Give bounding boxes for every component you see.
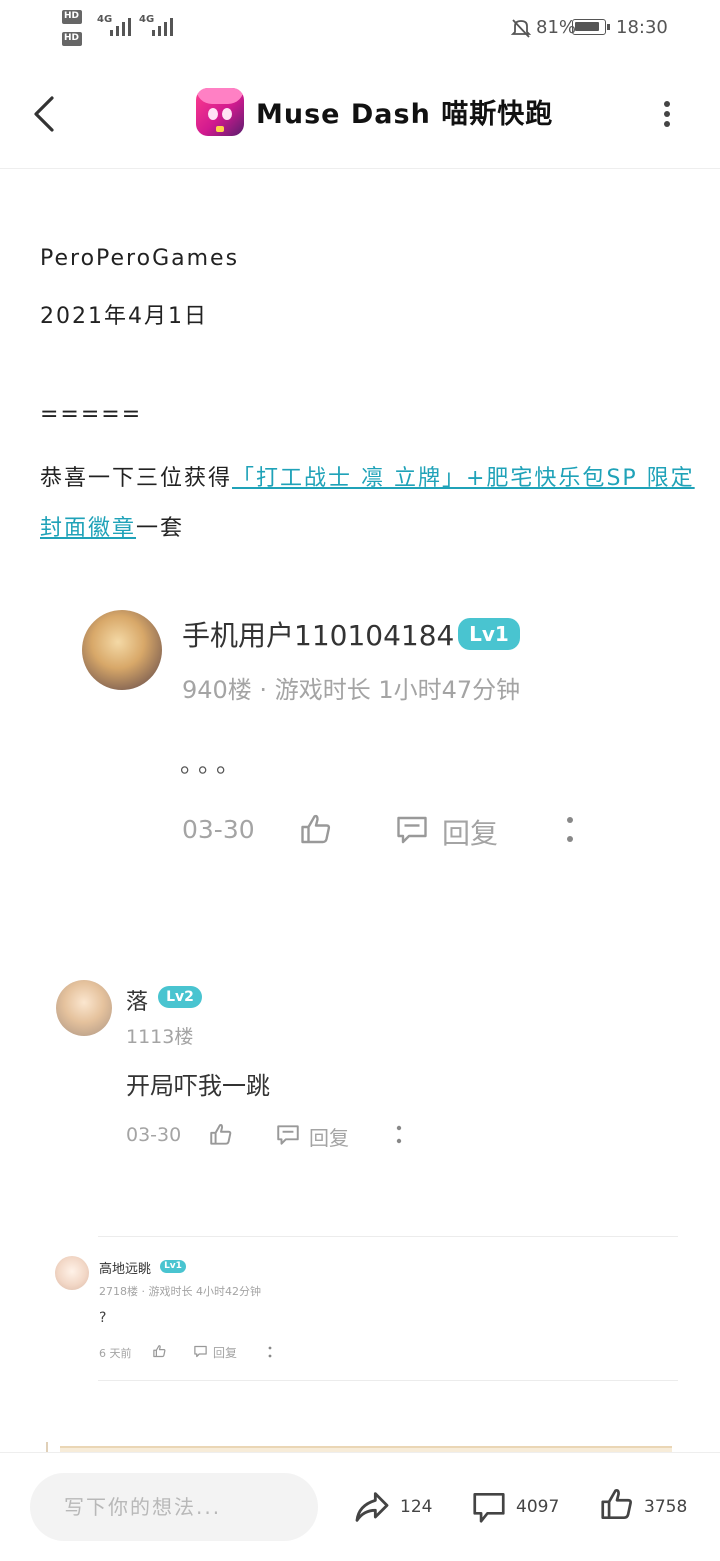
comment3-top-divider <box>98 1236 678 1237</box>
comment2-reply-icon[interactable] <box>275 1122 301 1148</box>
signal-2-icon <box>152 18 173 36</box>
sim-hd-1-icon: HD <box>62 10 82 24</box>
comment1-block <box>82 610 162 690</box>
battery-percent: 81% <box>536 17 577 38</box>
status-bar: HD HD 4G 4G 81% 18:30 <box>0 0 720 58</box>
mute-bell-icon <box>510 19 532 38</box>
article-congrats-paragraph: 恭喜一下三位获得「打工战士 凛 立牌」+肥宅快乐包SP 限定封面徽章一套 <box>40 454 700 554</box>
comment1-more-icon[interactable] <box>564 814 576 846</box>
comment1-reply-label[interactable]: 回复 <box>442 812 498 852</box>
congrats-prefix: 恭喜一下三位获得 <box>40 466 233 491</box>
comment3-reply-icon[interactable] <box>193 1344 208 1359</box>
sim-hd-2-icon: HD <box>62 32 82 46</box>
comment-icon[interactable] <box>470 1487 508 1527</box>
comment-count: 4097 <box>516 1497 560 1517</box>
comment1-level-badge: Lv1 <box>458 618 520 650</box>
comment2-reply-label[interactable]: 回复 <box>309 1122 349 1151</box>
comment2-more-icon[interactable] <box>394 1124 404 1146</box>
back-arrow-icon[interactable] <box>30 94 58 134</box>
comment3-reply-label[interactable]: 回复 <box>213 1344 237 1361</box>
sim1-label: HD <box>64 11 80 21</box>
comment3-meta: 2718楼 · 游戏时长 4小时42分钟 <box>99 1285 261 1298</box>
game-logo-icon[interactable] <box>196 88 244 136</box>
share-count: 124 <box>400 1497 433 1517</box>
app-header: Muse Dash 喵斯快跑 <box>0 58 720 169</box>
comment3-more-icon[interactable] <box>266 1345 274 1359</box>
comment1-content: 。。。 <box>180 750 246 778</box>
comment1-like-icon[interactable] <box>298 812 334 848</box>
avatar[interactable] <box>82 610 162 690</box>
like-icon[interactable] <box>598 1485 636 1525</box>
comment3-date: 6 天前 <box>99 1347 132 1360</box>
congrats-suffix: 一套 <box>136 516 185 541</box>
comment2-content: 开局吓我一跳 <box>126 1072 270 1100</box>
comment3-username[interactable]: 高地远眺 <box>99 1258 151 1277</box>
page-title[interactable]: Muse Dash 喵斯快跑 <box>256 92 553 131</box>
article-author: PeroPeroGames <box>40 246 240 271</box>
like-count: 3758 <box>644 1497 688 1517</box>
comment2-level-badge: Lv2 <box>158 986 202 1008</box>
comment1-username[interactable]: 手机用户110104184 <box>182 614 454 654</box>
share-icon[interactable] <box>352 1487 392 1527</box>
bottom-action-bar: 写下你的想法... 124 4097 3758 <box>0 1452 720 1561</box>
comment1-meta: 940楼 · 游戏时长 1小时47分钟 <box>182 676 521 704</box>
comment2-like-icon[interactable] <box>208 1122 234 1148</box>
article-date: 2021年4月1日 <box>40 304 208 329</box>
comment2-avatar[interactable] <box>56 980 112 1036</box>
more-options-icon[interactable] <box>660 98 674 130</box>
battery-icon <box>572 19 610 35</box>
clock-time: 18:30 <box>616 17 668 38</box>
comment3-avatar[interactable] <box>55 1256 89 1290</box>
comment3-level-badge: Lv1 <box>160 1260 186 1273</box>
comment2-username[interactable]: 落 <box>126 984 148 1016</box>
comment3-bottom-divider <box>98 1380 678 1381</box>
comment2-date: 03-30 <box>126 1124 182 1146</box>
prize-link-standee[interactable]: 「打工战士 凛 立牌」+肥宅快乐包 <box>232 466 606 491</box>
sim2-label: HD <box>64 33 80 43</box>
comment3-like-icon[interactable] <box>152 1344 167 1359</box>
article-separator: ===== <box>40 402 143 427</box>
comment1-reply-icon[interactable] <box>394 812 430 848</box>
comment3-content: ? <box>99 1310 107 1326</box>
comment-input[interactable]: 写下你的想法... <box>30 1473 318 1541</box>
comment1-date: 03-30 <box>182 815 255 844</box>
comment2-floor: 1113楼 <box>126 1026 194 1048</box>
signal-1-icon <box>110 18 131 36</box>
